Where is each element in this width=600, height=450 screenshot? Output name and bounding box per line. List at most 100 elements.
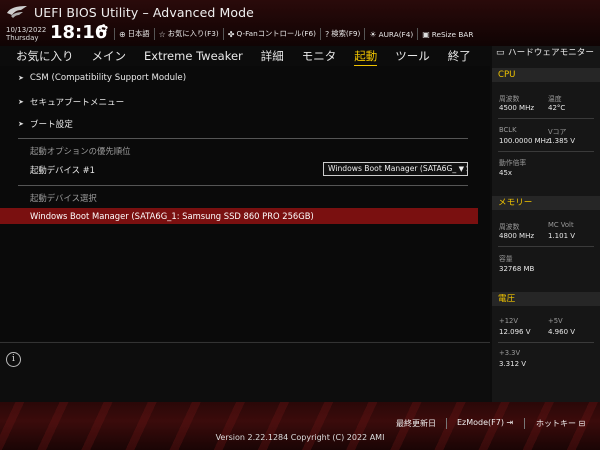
day-text: Thursday <box>6 34 39 42</box>
search-button[interactable]: ? 検索(F9) <box>320 28 364 40</box>
qfan-button[interactable]: ✤ Q-Fanコントロール(F6) <box>222 28 320 40</box>
submenu-boot-config[interactable]: ➤ ブート設定 <box>18 118 73 130</box>
boot-override-heading: 起動デバイス選択 <box>30 193 97 203</box>
v12-label: +12V <box>499 317 518 325</box>
voltage-heading: 電圧 <box>492 292 600 306</box>
monitor-icon: ▭ <box>496 48 505 58</box>
v12-value: 12.096 V <box>499 328 531 336</box>
main-panel: ➤ CSM (Compatibility Support Module) ➤ セ… <box>0 66 490 341</box>
last-modified-button[interactable]: 最終更新日 <box>396 418 436 429</box>
gear-icon[interactable]: ✿ <box>99 22 108 35</box>
menu-favorites[interactable]: お気に入り <box>16 48 74 64</box>
boot-device-1-label: 起動デバイス #1 <box>30 165 96 175</box>
aura-label: AURA(F4) <box>378 29 414 39</box>
menu-tool[interactable]: ツール <box>395 48 430 64</box>
favorites-button[interactable]: ☆ お気に入り(F3) <box>153 28 223 40</box>
memory-volt-value: 1.101 V <box>548 232 576 240</box>
ezmode-label: EzMode(F7) <box>457 418 504 427</box>
info-panel: i <box>0 342 490 402</box>
divider <box>498 118 594 119</box>
menu-extreme-tweaker[interactable]: Extreme Tweaker <box>144 49 243 63</box>
submenu-secure-boot-label: セキュアブートメニュー <box>29 98 125 108</box>
v33-value: 3.312 V <box>499 360 527 368</box>
chevron-right-icon: ➤ <box>18 120 24 128</box>
star-icon: ☆ <box>158 29 166 39</box>
hardware-monitor: ▭ ハードウェアモニター CPU 周波数 温度 4500 MHz 42°C BC… <box>492 46 600 402</box>
v33-label: +3.3V <box>499 349 521 357</box>
footer-separator <box>524 418 525 429</box>
resize-bar-icon: ▣ <box>422 29 430 39</box>
boot-device-1-value: Windows Boot Manager (SATA6G_1: Samsung … <box>328 164 467 173</box>
v5-value: 4.960 V <box>548 328 576 336</box>
memory-freq-label: 周波数 <box>499 223 520 231</box>
menu-exit[interactable]: 終了 <box>448 48 471 64</box>
ezmode-button[interactable]: EzMode(F7) ⇥ <box>457 418 513 427</box>
favorites-label: お気に入り(F3) <box>167 29 219 38</box>
cpu-vcore-label: Vコア <box>548 128 567 136</box>
footer-separator <box>446 418 447 429</box>
divider <box>498 246 594 247</box>
boot-override-item[interactable]: Windows Boot Manager (SATA6G_1: Samsung … <box>0 208 478 224</box>
submenu-boot-config-label: ブート設定 <box>29 120 73 130</box>
memory-capacity-label: 容量 <box>499 255 513 263</box>
divider <box>18 185 468 186</box>
boot-device-1-select[interactable]: Windows Boot Manager (SATA6G_1: Samsung … <box>323 162 468 176</box>
fan-icon: ✤ <box>227 29 235 39</box>
resize-bar-button[interactable]: ▣ ReSize BAR <box>417 28 477 40</box>
date-display: 10/13/2022 Thursday <box>6 26 46 42</box>
main-menu: お気に入り メイン Extreme Tweaker 詳細 モニタ 起動 ツール … <box>0 46 490 67</box>
hotkey-icon: ⊟ <box>578 419 586 428</box>
monitor-title: ▭ ハードウェアモニター <box>496 48 600 58</box>
language-label: 日本語 <box>127 29 150 38</box>
chevron-right-icon: ➤ <box>18 74 24 82</box>
cpu-temp-value: 42°C <box>548 104 566 112</box>
chevron-right-icon: ➤ <box>18 98 24 106</box>
resize-bar-label: ReSize BAR <box>431 29 474 39</box>
hotkeys-label: ホットキー <box>536 419 576 428</box>
qfan-label: Q-Fanコントロール(F6) <box>236 29 317 38</box>
boot-override-item-label: Windows Boot Manager (SATA6G_1: Samsung … <box>30 211 314 221</box>
memory-capacity-value: 32768 MB <box>499 265 535 273</box>
cpu-temp-label: 温度 <box>548 95 562 103</box>
menu-advanced[interactable]: 詳細 <box>261 48 284 64</box>
divider <box>18 138 468 139</box>
question-icon: ? <box>325 29 330 39</box>
cpu-bclk-label: BCLK <box>499 126 517 134</box>
info-icon: i <box>6 352 21 367</box>
cpu-heading: CPU <box>492 68 600 82</box>
memory-freq-value: 4800 MHz <box>499 232 535 240</box>
cpu-ratio-label: 動作倍率 <box>499 159 527 167</box>
divider <box>498 151 594 152</box>
menu-boot[interactable]: 起動 <box>354 48 378 67</box>
aura-button[interactable]: ☀ AURA(F4) <box>364 28 417 40</box>
submenu-secure-boot[interactable]: ➤ セキュアブートメニュー <box>18 96 124 108</box>
globe-icon: ⊕ <box>119 29 126 39</box>
rog-logo-icon <box>7 6 27 18</box>
cpu-bclk-value: 100.0000 MHz <box>499 137 550 145</box>
header: UEFI BIOS Utility – Advanced Mode 10/13/… <box>0 0 600 46</box>
aura-icon: ☀ <box>369 29 377 39</box>
v5-label: +5V <box>548 317 563 325</box>
menu-monitor[interactable]: モニタ <box>302 48 337 64</box>
memory-heading: メモリー <box>492 196 600 210</box>
toolbar: ⊕ 日本語 ☆ お気に入り(F3) ✤ Q-Fanコントロール(F6) ? 検索… <box>114 27 477 41</box>
submenu-csm-label: CSM (Compatibility Support Module) <box>29 73 187 83</box>
cpu-freq-label: 周波数 <box>499 95 520 103</box>
submenu-csm[interactable]: ➤ CSM (Compatibility Support Module) <box>18 73 186 83</box>
app-title: UEFI BIOS Utility – Advanced Mode <box>34 5 254 20</box>
hotkeys-button[interactable]: ホットキー ⊟ <box>536 418 585 429</box>
menu-main[interactable]: メイン <box>92 48 127 64</box>
monitor-title-text: ハードウェアモニター <box>508 48 594 58</box>
exit-arrow-icon: ⇥ <box>506 418 514 427</box>
memory-volt-label: MC Volt <box>548 221 574 229</box>
footer: 最終更新日 EzMode(F7) ⇥ ホットキー ⊟ <box>0 402 600 450</box>
cpu-freq-value: 4500 MHz <box>499 104 535 112</box>
search-label: 検索(F9) <box>331 29 361 38</box>
boot-priority-heading: 起動オプションの優先順位 <box>30 146 131 156</box>
language-button[interactable]: ⊕ 日本語 <box>114 28 154 40</box>
cpu-vcore-value: 1.385 V <box>548 137 576 145</box>
divider <box>498 342 594 343</box>
copyright-text: Version 2.22.1284 Copyright (C) 2022 AMI <box>215 433 385 442</box>
chevron-down-icon: ▼ <box>456 163 464 175</box>
cpu-ratio-value: 45x <box>499 169 513 177</box>
